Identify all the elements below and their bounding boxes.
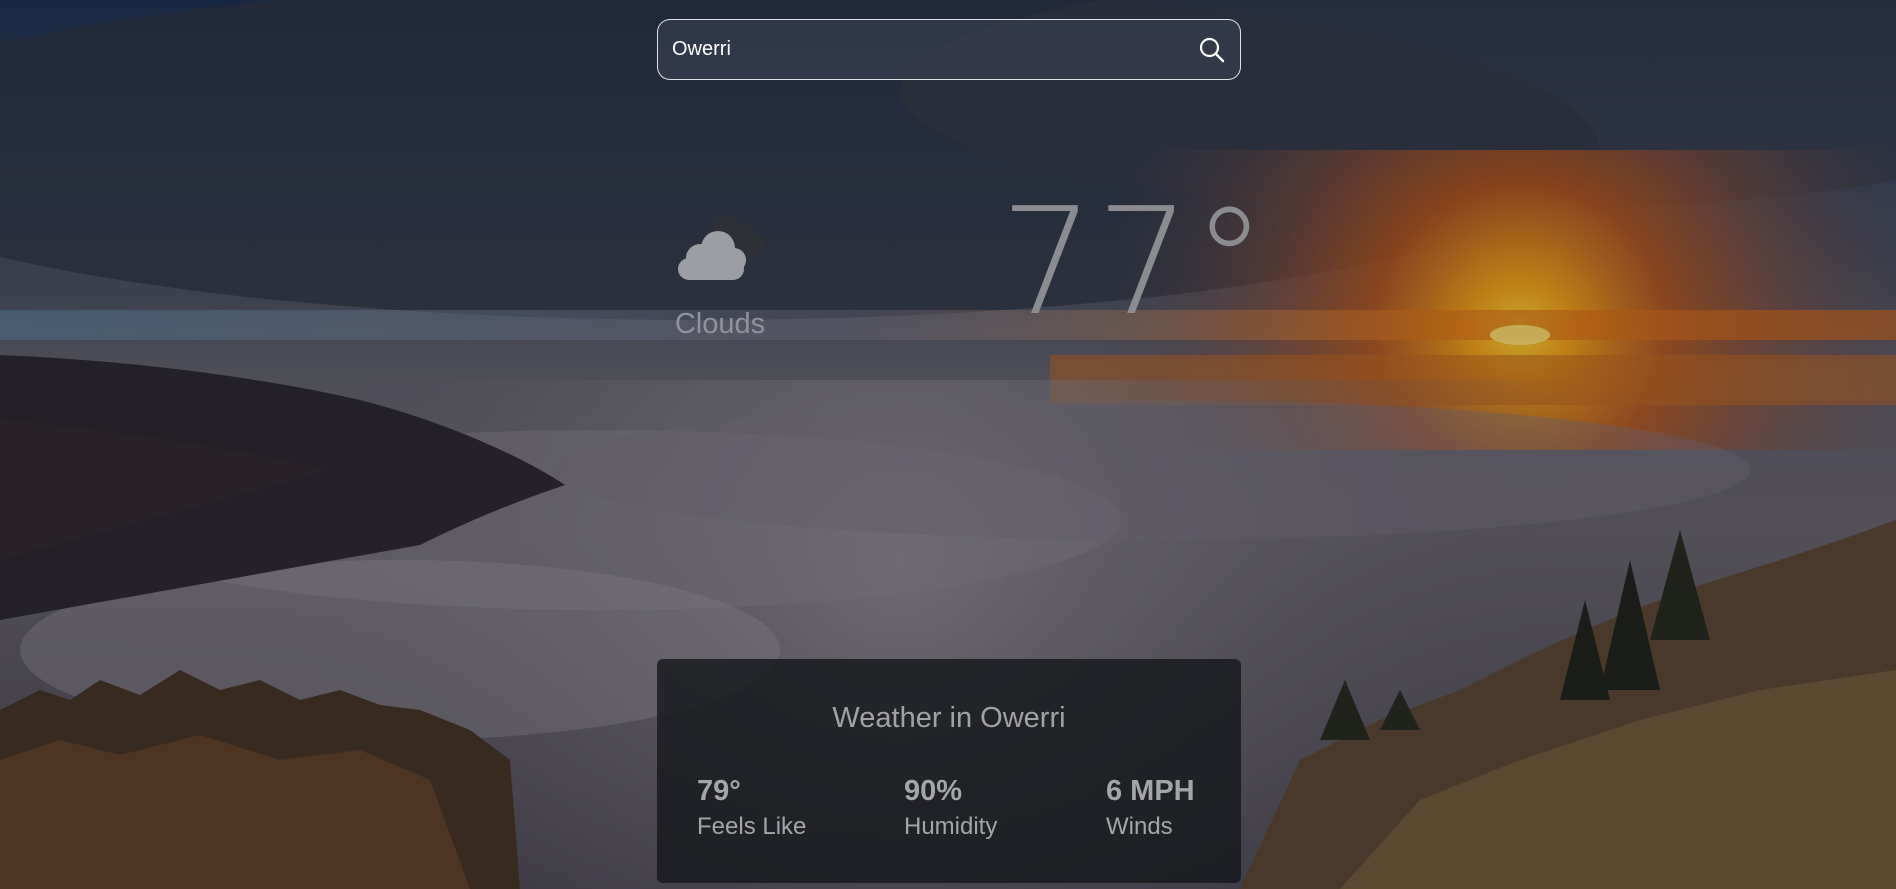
stat-feels-like: 79° Feels Like <box>697 774 806 844</box>
condition-label: Clouds <box>674 308 766 340</box>
clouds-icon <box>672 208 768 288</box>
weather-details-card: Weather in Owerri 79° Feels Like 90% Hum… <box>657 659 1241 883</box>
temperature-display: 77° <box>1000 176 1269 348</box>
stat-winds: 6 MPH Winds <box>1106 774 1195 844</box>
winds-value: 6 MPH <box>1106 775 1195 807</box>
winds-label: Winds <box>1106 813 1173 840</box>
humidity-label: Humidity <box>904 813 998 840</box>
details-title: Weather in Owerri <box>832 702 1066 734</box>
search-input[interactable] <box>672 20 1192 78</box>
search-bar <box>657 19 1241 80</box>
search-icon <box>1199 37 1225 63</box>
feels-like-label: Feels Like <box>697 813 807 840</box>
stat-humidity: 90% Humidity <box>904 774 997 844</box>
humidity-value: 90% <box>904 775 963 807</box>
feels-like-value: 79° <box>697 775 741 807</box>
search-button[interactable] <box>1194 32 1230 68</box>
